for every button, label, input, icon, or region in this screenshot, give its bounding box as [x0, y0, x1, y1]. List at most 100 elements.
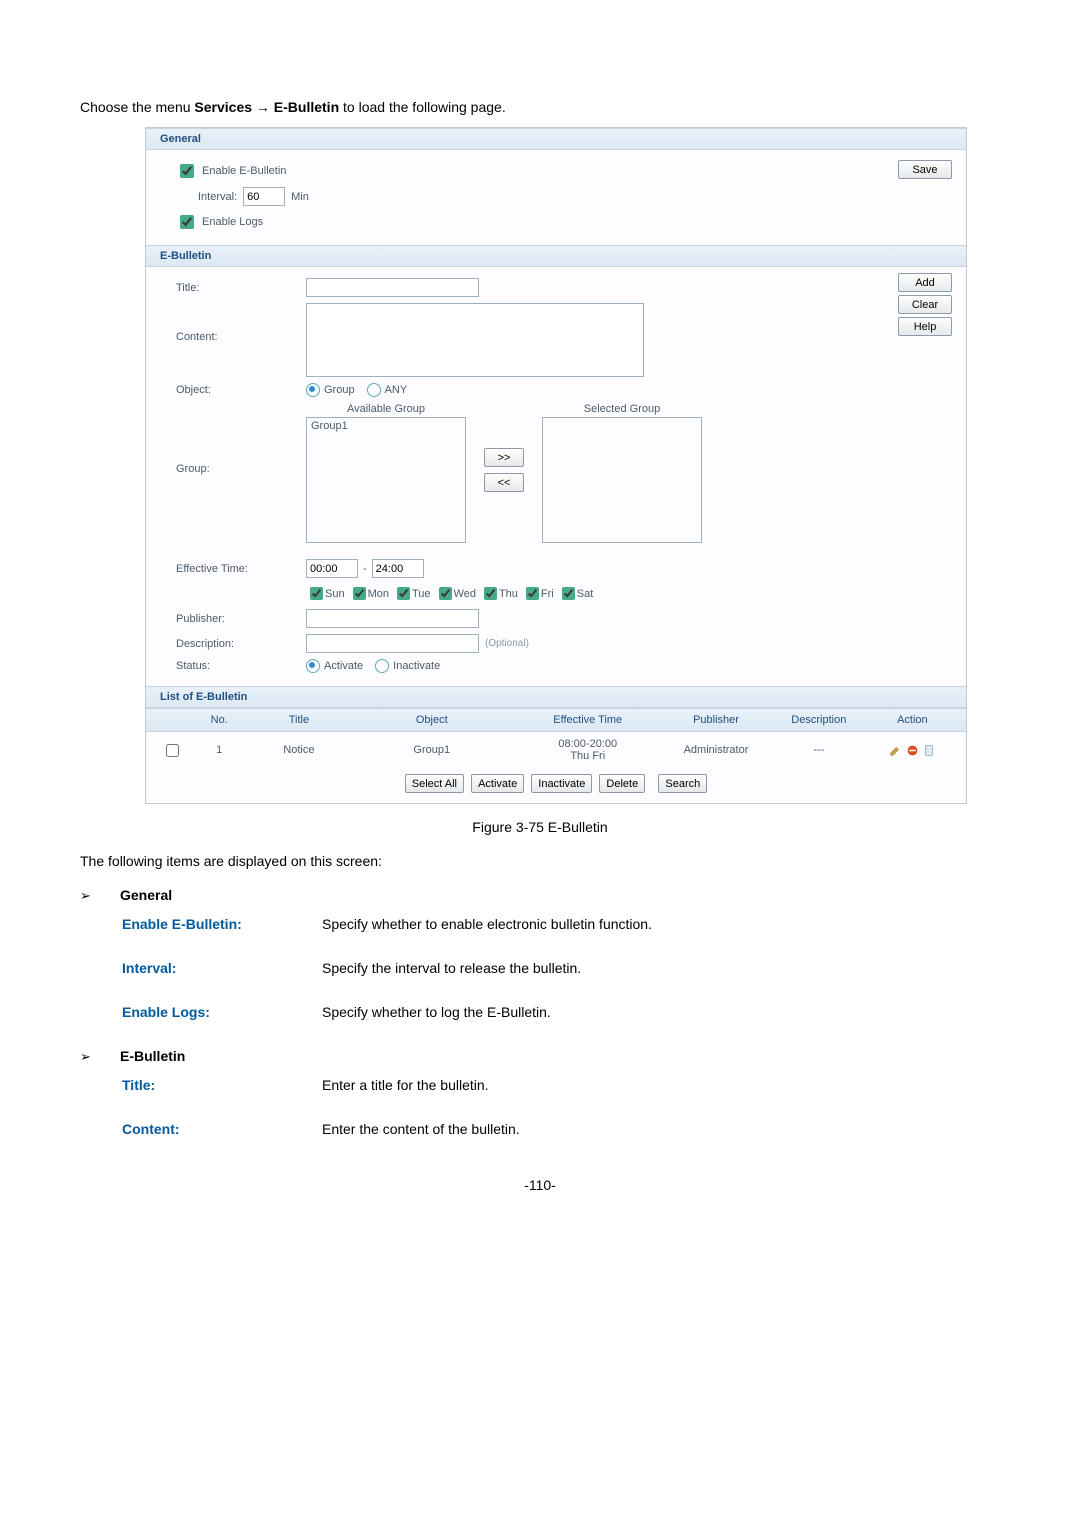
col-no: No. — [190, 712, 249, 728]
day-wed-label: Wed — [454, 588, 476, 600]
enable-logs-label: Enable Logs — [202, 216, 263, 228]
publisher-label: Publisher: — [176, 613, 306, 625]
day-mon-label: Mon — [368, 588, 389, 600]
ebulletin-header: E-Bulletin — [146, 245, 966, 267]
row-select-checkbox[interactable] — [166, 744, 179, 757]
table-row: 1 Notice Group1 08:00-20:00 Thu Fri Admi… — [146, 732, 966, 768]
items-intro: The following items are displayed on thi… — [80, 853, 1000, 869]
day-sat-checkbox[interactable] — [562, 587, 575, 600]
bullet-icon: ➢ — [80, 888, 120, 904]
status-activate-radio[interactable] — [306, 659, 320, 673]
title-input[interactable] — [306, 278, 479, 297]
effective-time-label: Effective Time: — [176, 563, 306, 575]
eff-end-input[interactable] — [372, 559, 424, 578]
col-eff: Effective Time — [514, 712, 661, 728]
description-label: Description: — [176, 638, 306, 650]
object-any-label: ANY — [385, 384, 408, 396]
day-thu-label: Thu — [499, 588, 518, 600]
day-tue-checkbox[interactable] — [397, 587, 410, 600]
def-term-interval: Interval: — [122, 960, 322, 976]
object-group-radio[interactable] — [306, 383, 320, 397]
ebulletin-panel: General Save Enable E-Bulletin Interval:… — [145, 127, 967, 804]
arrow: → — [256, 99, 270, 115]
day-fri-label: Fri — [541, 588, 554, 600]
figure-caption: Figure 3-75 E-Bulletin — [80, 819, 1000, 835]
bulk-action-bar: Select All Activate Inactivate Delete Se… — [146, 768, 966, 803]
optional-note: (Optional) — [485, 638, 529, 649]
interval-label: Interval: — [198, 191, 237, 203]
interval-unit: Min — [291, 191, 309, 203]
title-label: Title: — [176, 282, 306, 294]
day-fri-checkbox[interactable] — [526, 587, 539, 600]
status-label: Status: — [176, 660, 306, 672]
help-button[interactable]: Help — [898, 317, 952, 336]
publisher-input[interactable] — [306, 609, 479, 628]
table-header-row: No. Title Object Effective Time Publishe… — [146, 708, 966, 732]
page-number: -110- — [80, 1177, 1000, 1193]
bullet-icon: ➢ — [80, 1049, 120, 1065]
row-eff: 08:00-20:00 Thu Fri — [514, 736, 661, 764]
def-desc-interval: Specify the interval to release the bull… — [322, 960, 1000, 976]
row-object: Group1 — [349, 742, 514, 758]
day-wed-checkbox[interactable] — [439, 587, 452, 600]
row-title: Notice — [249, 742, 350, 758]
day-mon-checkbox[interactable] — [353, 587, 366, 600]
col-description: Description — [771, 712, 867, 728]
enable-logs-checkbox[interactable] — [180, 215, 194, 229]
add-button[interactable]: Add — [898, 273, 952, 292]
instruction-text: Choose the menu Services → E-Bulletin to… — [80, 99, 1000, 115]
row-publisher: Administrator — [661, 742, 771, 758]
def-desc-enable: Specify whether to enable electronic bul… — [322, 916, 1000, 932]
status-inactivate-radio[interactable] — [375, 659, 389, 673]
available-group-list[interactable]: Group1 — [306, 417, 466, 543]
def-desc-logs: Specify whether to log the E-Bulletin. — [322, 1004, 1000, 1020]
section-heading-ebulletin: E-Bulletin — [120, 1048, 185, 1064]
def-term-logs: Enable Logs: — [122, 1004, 322, 1020]
selected-group-head: Selected Group — [542, 403, 702, 415]
content-textarea[interactable] — [306, 303, 644, 377]
day-sun-checkbox[interactable] — [310, 587, 323, 600]
move-right-button[interactable]: >> — [484, 448, 524, 467]
content-label: Content: — [176, 303, 306, 343]
row-no: 1 — [190, 742, 249, 758]
col-action: Action — [867, 712, 958, 728]
delete-button[interactable]: Delete — [599, 774, 645, 793]
section-heading-general: General — [120, 887, 172, 903]
object-group-label: Group — [324, 384, 355, 396]
eff-start-input[interactable] — [306, 559, 358, 578]
edit-icon[interactable] — [889, 744, 902, 757]
inactivate-button[interactable]: Inactivate — [531, 774, 592, 793]
col-publisher: Publisher — [661, 712, 771, 728]
delete-icon[interactable] — [906, 744, 919, 757]
object-label: Object: — [176, 384, 306, 396]
day-sat-label: Sat — [577, 588, 594, 600]
activate-button[interactable]: Activate — [471, 774, 524, 793]
day-tue-label: Tue — [412, 588, 431, 600]
object-any-radio[interactable] — [367, 383, 381, 397]
interval-input[interactable] — [243, 187, 285, 206]
status-inactivate-label: Inactivate — [393, 660, 440, 672]
available-item[interactable]: Group1 — [311, 420, 461, 432]
status-activate-label: Activate — [324, 660, 363, 672]
def-term-content: Content: — [122, 1121, 322, 1137]
eff-sep: - — [363, 563, 367, 575]
enable-ebulletin-label: Enable E-Bulletin — [202, 165, 286, 177]
available-group-head: Available Group — [306, 403, 466, 415]
row-desc: --- — [771, 742, 867, 758]
enable-ebulletin-checkbox[interactable] — [180, 164, 194, 178]
menu-services: Services — [194, 99, 252, 115]
instr-suffix: to load the following page. — [343, 99, 506, 115]
select-all-button[interactable]: Select All — [405, 774, 464, 793]
def-desc-content: Enter the content of the bulletin. — [322, 1121, 1000, 1137]
move-left-button[interactable]: << — [484, 473, 524, 492]
detail-icon[interactable] — [923, 744, 936, 757]
list-header: List of E-Bulletin — [146, 686, 966, 708]
day-thu-checkbox[interactable] — [484, 587, 497, 600]
day-sun-label: Sun — [325, 588, 345, 600]
col-object: Object — [349, 712, 514, 728]
save-button[interactable]: Save — [898, 160, 952, 179]
selected-group-list[interactable] — [542, 417, 702, 543]
description-input[interactable] — [306, 634, 479, 653]
search-button[interactable]: Search — [658, 774, 707, 793]
clear-button[interactable]: Clear — [898, 295, 952, 314]
